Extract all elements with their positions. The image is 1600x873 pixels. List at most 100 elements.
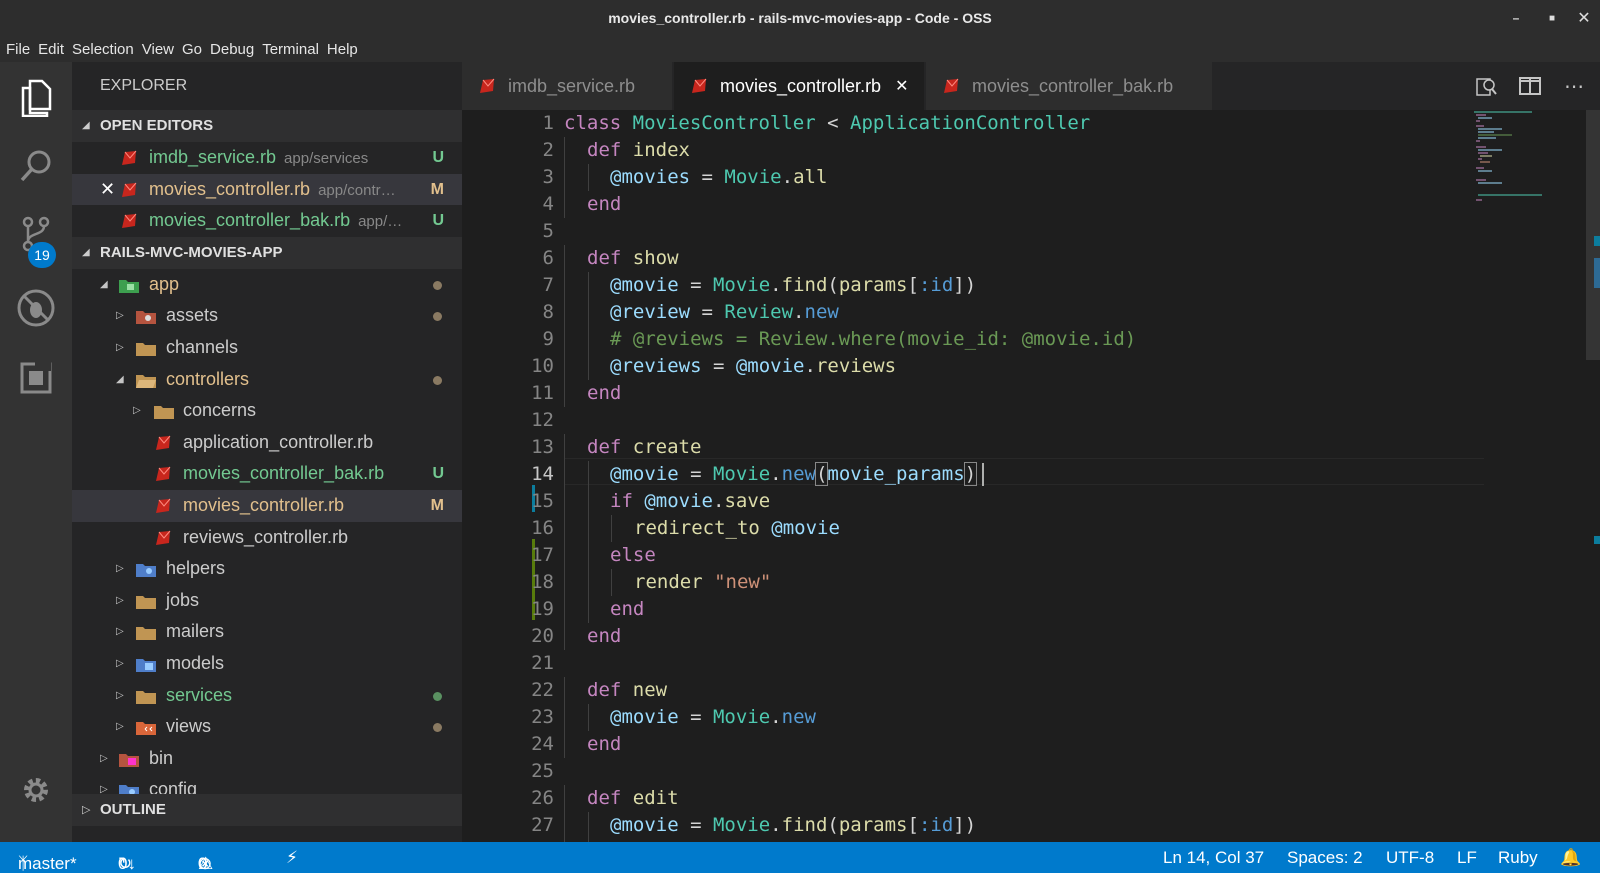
open-editors-header[interactable]: ◢ OPEN EDITORS [72,110,462,142]
tree-folder-app[interactable]: ◢ app [72,269,462,301]
maximize-icon[interactable]: ■ [1534,0,1570,36]
language-mode[interactable]: Ruby [1498,848,1538,868]
close-window-icon[interactable]: ✕ [1566,0,1600,36]
minimize-icon[interactable]: – [1498,0,1534,36]
tree-folder-models[interactable]: ▷ models [72,648,462,680]
indent-guide [588,704,589,731]
eol-setting[interactable]: LF [1457,848,1477,868]
menu-file[interactable]: File [6,41,30,58]
open-changes-icon[interactable] [1474,74,1498,98]
tree-folder-helpers[interactable]: ▷ helpers [72,553,462,585]
tree-folder-jobs[interactable]: ▷ jobs [72,585,462,617]
modified-dot [433,723,442,733]
search-icon[interactable] [0,134,72,198]
modified-dot [433,312,442,322]
code-line: if @movie.save [610,490,771,512]
indent-guide [588,272,589,380]
menu-debug[interactable]: Debug [210,41,254,58]
lightning-icon[interactable]: ⚡ [286,848,298,868]
helpers-folder-icon [136,564,156,578]
folder-icon [154,406,174,420]
chevron-right-icon: ▷ [100,752,108,764]
tree-file-selected[interactable]: movies_controller.rb M [72,489,462,522]
menu-terminal[interactable]: Terminal [262,41,319,58]
git-status-badge: M [430,180,444,198]
menu-help[interactable]: Help [327,41,358,58]
git-status-badge: M [430,496,444,514]
outline-header[interactable]: ▷ OUTLINE [72,794,462,826]
tree-folder-mailers[interactable]: ▷ mailers [72,616,462,648]
ruby-file-icon [944,78,959,93]
app-folder-icon [119,279,139,293]
explorer-icon[interactable] [0,66,72,130]
tree-label: bin [149,747,174,768]
scrollbar-change-marker [1594,236,1600,246]
vertical-scrollbar[interactable] [1586,110,1600,842]
ruby-file-icon [156,498,171,513]
open-editor-item[interactable]: movies_controller_bak.rb app/… U [72,205,462,237]
tree-label: mailers [166,621,225,642]
open-editor-item[interactable]: ✕ movies_controller.rb app/contr… M [72,173,462,206]
tree-label: jobs [166,589,200,610]
menu-selection[interactable]: Selection [72,41,134,58]
ruby-file-icon [156,530,171,545]
tree-label: reviews_controller.rb [183,526,349,547]
project-header[interactable]: ◢ RAILS-MVC-MOVIES-APP [72,236,462,269]
scrollbar-thumb[interactable] [1586,110,1600,360]
branch-label: master* [18,854,77,873]
menu-view[interactable]: View [142,41,174,58]
minimap[interactable] [1472,110,1582,210]
debug-icon[interactable] [0,276,72,340]
tree-folder-channels[interactable]: ▷ channels [72,332,462,364]
open-editor-name: imdb_service.rb [149,147,277,167]
open-editor-item[interactable]: imdb_service.rb app/services U [72,142,462,174]
split-editor-icon[interactable] [1518,74,1542,98]
tree-file[interactable]: application_controller.rb [72,427,462,459]
tree-folder-services[interactable]: ▷ services [72,680,462,712]
tab-movies-controller[interactable]: movies_controller.rb ✕ [674,62,924,110]
indentation-setting[interactable]: Spaces: 2 [1287,848,1363,868]
notifications-bell-icon[interactable]: 🔔 [1560,848,1581,868]
line-number: 20 [531,625,554,647]
chevron-right-icon: ▷ [116,310,124,322]
menu-go[interactable]: Go [182,41,202,58]
line-number: 21 [531,652,554,674]
line-number: 5 [542,220,554,242]
tree-file[interactable]: movies_controller_bak.rb U [72,458,462,490]
indent-guide [588,812,589,842]
indent-guide [564,785,565,842]
settings-gear-icon[interactable] [0,758,72,822]
indent-guide [588,164,589,191]
tab-imdb-service[interactable]: imdb_service.rb [462,62,672,110]
more-actions-icon[interactable]: ⋯ [1562,74,1586,98]
window-title: movies_controller.rb - rails-mvc-movies-… [608,10,992,26]
extensions-icon[interactable] [0,346,72,410]
tree-label: services [166,684,233,705]
chevron-down-icon: ◢ [100,278,108,290]
ruby-file-icon [156,467,171,482]
tree-folder-controllers[interactable]: ◢ controllers [72,364,462,396]
line-number: 10 [531,355,554,377]
encoding-setting[interactable]: UTF-8 [1386,848,1434,868]
close-tab-icon[interactable]: ✕ [895,76,908,96]
line-number: 11 [531,382,554,404]
menu-edit[interactable]: Edit [38,41,64,58]
folder-icon [136,627,156,641]
status-bar: ᛉ master* ↻ 0↓ 2↑ ⊗ 0 ⚠ 0 ⚡ Ln 14, Col 3… [0,842,1600,873]
explorer-sidebar: EXPLORER ◢ OPEN EDITORS imdb_service.rb a… [72,62,462,842]
tree-folder-concerns[interactable]: ▷ concerns [72,395,462,427]
code-editor[interactable]: 1 2 3 4 5 6 7 8 9 10 11 12 13 14 15 16 17 18 19 20 21 22 23 24 2… [462,110,1600,842]
tree-folder-bin[interactable]: ▷ bin [72,743,462,775]
tree-file[interactable]: reviews_controller.rb [72,522,462,554]
code-line: end [587,193,622,215]
line-number: 14 [531,463,554,485]
close-icon[interactable]: ✕ [100,174,115,206]
tab-movies-controller-bak[interactable]: movies_controller_bak.rb [926,62,1212,110]
git-status-badge: U [432,149,444,166]
tree-folder-assets[interactable]: ▷ assets [72,300,462,332]
cursor-position[interactable]: Ln 14, Col 37 [1163,848,1264,868]
scm-badge: 19 [28,242,56,268]
code-line: end [610,598,645,620]
folder-open-icon [136,374,156,388]
tree-folder-views[interactable]: ▷ views [72,711,462,743]
